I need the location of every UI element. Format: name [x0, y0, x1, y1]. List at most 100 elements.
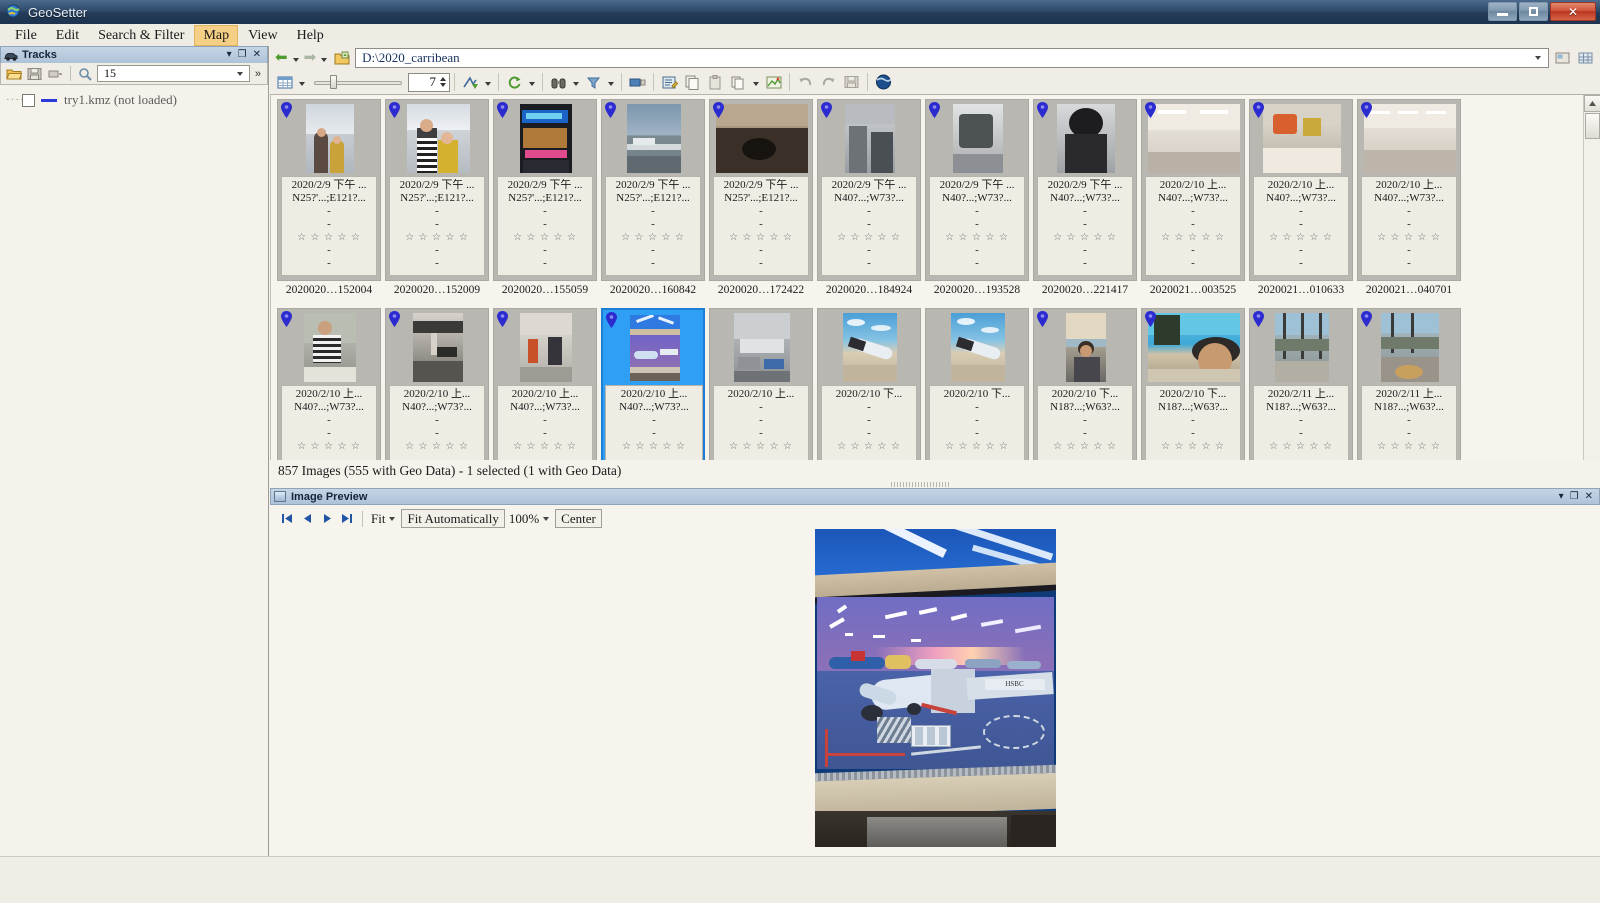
horizontal-splitter[interactable]	[870, 480, 970, 488]
edit-data-icon[interactable]	[659, 72, 680, 92]
preview-panel-maximize-button[interactable]: ❐	[1570, 491, 1579, 502]
tracks-panel-maximize-button[interactable]: ❐	[238, 50, 247, 60]
back-dropdown-icon[interactable]	[292, 57, 299, 62]
thumbnail-cell[interactable]: 2020/2/10 上... N40?...;W73?... - - ☆ ☆ ☆…	[383, 308, 491, 460]
rename-files-icon[interactable]	[627, 72, 648, 92]
binoculars-dropdown-icon[interactable]	[573, 81, 579, 86]
forward-dropdown-icon[interactable]	[321, 57, 328, 62]
previous-image-icon[interactable]	[298, 510, 316, 528]
path-dropdown-chevron-icon[interactable]	[1535, 56, 1541, 60]
thumbnail-card[interactable]: 2020/2/10 下... N18?...;W63?... - - ☆ ☆ ☆…	[1141, 308, 1245, 460]
thumbnail-cell[interactable]: 2020/2/10 下... N18?...;W63?... - - ☆ ☆ ☆…	[1031, 308, 1139, 460]
redo-icon[interactable]	[818, 72, 839, 92]
folder-open-icon[interactable]	[4, 65, 23, 83]
track-checkbox[interactable]	[22, 93, 35, 107]
thumbnail-rating-stars[interactable]: ☆ ☆ ☆ ☆ ☆	[716, 440, 806, 453]
thumbnail-card[interactable]: 2020/2/11 上... N18?...;W63?... - - ☆ ☆ ☆…	[1357, 308, 1461, 460]
center-button[interactable]: Center	[555, 509, 602, 528]
save-icon[interactable]	[25, 65, 44, 83]
back-button[interactable]: ⬅	[273, 48, 290, 68]
path-input[interactable]: D:\2020_carribean	[355, 48, 1549, 68]
tracks-toolbar-overflow-button[interactable]: »	[252, 68, 264, 80]
menu-item-view[interactable]: View	[239, 25, 286, 46]
stepper-down-icon[interactable]	[440, 83, 446, 87]
track-list-item[interactable]: ···· try1.kmz (not loaded)	[0, 91, 268, 109]
thumbnail-cell[interactable]: 2020/2/9 下午 ... N25?'...;E121?... - - ☆ …	[383, 99, 491, 300]
last-image-icon[interactable]	[338, 510, 356, 528]
tracks-panel-menu-button[interactable]: ▾	[227, 50, 232, 60]
thumbnail-card[interactable]: 2020/2/9 下午 ... N40?...;W73?... - - ☆ ☆ …	[1033, 99, 1137, 281]
close-button[interactable]: ✕	[1550, 2, 1596, 21]
fit-mode-button[interactable]: Fit Automatically	[401, 509, 505, 528]
grid-icon[interactable]	[1575, 48, 1596, 68]
undo-icon[interactable]	[795, 72, 816, 92]
menu-item-search-filter[interactable]: Search & Filter	[89, 25, 193, 46]
thumbnail-cell-selected[interactable]: 2020/2/10 上... N40?...;W73?... - - ☆ ☆ ☆…	[599, 308, 707, 460]
paste-icon[interactable]	[705, 72, 726, 92]
map-export-icon[interactable]	[763, 72, 784, 92]
thumbnail-rating-stars[interactable]: ☆ ☆ ☆ ☆ ☆	[284, 231, 374, 244]
fit-label[interactable]: Fit	[369, 511, 387, 527]
thumbnail-card[interactable]: 2020/2/10 上... N40?...;W73?... - - ☆ ☆ ☆…	[1141, 99, 1245, 281]
thumbnail-rating-stars[interactable]: ☆ ☆ ☆ ☆ ☆	[1148, 231, 1238, 244]
menu-item-file[interactable]: File	[6, 25, 46, 46]
scroll-up-button[interactable]	[1584, 95, 1600, 112]
thumbnail-cell[interactable]: 2020/2/11 上... N18?...;W63?... - - ☆ ☆ ☆…	[1355, 308, 1463, 460]
chevron-down-icon[interactable]	[236, 71, 243, 76]
thumbnail-rating-stars[interactable]: ☆ ☆ ☆ ☆ ☆	[1040, 231, 1130, 244]
thumbnail-card[interactable]: 2020/2/10 上... N40?...;W73?... - - ☆ ☆ ☆…	[1357, 99, 1461, 281]
thumbnail-rating-stars[interactable]: ☆ ☆ ☆ ☆ ☆	[608, 440, 700, 453]
binoculars-icon[interactable]	[548, 72, 569, 92]
thumbnail-cell[interactable]: 2020/2/10 下... N18?...;W63?... - - ☆ ☆ ☆…	[1139, 308, 1247, 460]
geotag-icon[interactable]	[460, 72, 481, 92]
preview-panel-menu-button[interactable]: ▾	[1559, 491, 1564, 502]
zoom-level-label[interactable]: 100%	[507, 511, 541, 527]
forward-button[interactable]: ➡	[302, 48, 319, 68]
folder-up-icon[interactable]	[331, 48, 352, 68]
thumbnail-rating-stars[interactable]: ☆ ☆ ☆ ☆ ☆	[500, 440, 590, 453]
thumbnail-cell[interactable]: 2020/2/11 上... N18?...;W63?... - - ☆ ☆ ☆…	[1247, 308, 1355, 460]
thumbnail-rating-stars[interactable]: ☆ ☆ ☆ ☆ ☆	[392, 440, 482, 453]
thumbnail-grid[interactable]: 2020/2/9 下午 ... N25?'...;E121?... - - ☆ …	[270, 95, 1583, 460]
tracks-search-input[interactable]: 15	[97, 65, 250, 82]
thumbnail-card[interactable]: 2020/2/9 下午 ... N25?'...;E121?... - - ☆ …	[493, 99, 597, 281]
thumbnail-cell[interactable]: 2020/2/9 下午 ... N25?'...;E121?... - - ☆ …	[707, 99, 815, 300]
thumbnail-card[interactable]: 2020/2/10 上... N40?...;W73?... - - ☆ ☆ ☆…	[601, 308, 705, 460]
thumbnail-rating-stars[interactable]: ☆ ☆ ☆ ☆ ☆	[1256, 440, 1346, 453]
thumbnail-cell[interactable]: 2020/2/10 上... N40?...;W73?... - - ☆ ☆ ☆…	[1247, 99, 1355, 300]
thumbnail-card[interactable]: 2020/2/9 下午 ... N25?'...;E121?... - - ☆ …	[277, 99, 381, 281]
copy-icon[interactable]	[682, 72, 703, 92]
thumbnail-cell[interactable]: 2020/2/10 上... N40?...;W73?... - - ☆ ☆ ☆…	[1139, 99, 1247, 300]
thumbnail-card[interactable]: 2020/2/10 下... - - - ☆ ☆ ☆ ☆ ☆	[925, 308, 1029, 460]
thumbnail-cell[interactable]: 2020/2/9 下午 ... N25?'...;E121?... - - ☆ …	[599, 99, 707, 300]
thumbnail-card[interactable]: 2020/2/10 下... N18?...;W63?... - - ☆ ☆ ☆…	[1033, 308, 1137, 460]
thumbnail-cell[interactable]: 2020/2/9 下午 ... N25?'...;E121?... - - ☆ …	[491, 99, 599, 300]
refresh-icon[interactable]	[504, 72, 525, 92]
thumbnail-rating-stars[interactable]: ☆ ☆ ☆ ☆ ☆	[932, 440, 1022, 453]
thumbnail-card[interactable]: 2020/2/9 下午 ... N25?'...;E121?... - - ☆ …	[709, 99, 813, 281]
thumbnail-columns-stepper[interactable]: 7	[408, 72, 450, 92]
refresh-dropdown-icon[interactable]	[529, 81, 535, 86]
thumbnail-rating-stars[interactable]: ☆ ☆ ☆ ☆ ☆	[500, 231, 590, 244]
view-dropdown-icon[interactable]	[299, 81, 305, 86]
thumbnail-card[interactable]: 2020/2/10 上... N40?...;W73?... - - ☆ ☆ ☆…	[493, 308, 597, 460]
slider-thumb[interactable]	[330, 75, 337, 89]
thumbnail-rating-stars[interactable]: ☆ ☆ ☆ ☆ ☆	[824, 231, 914, 244]
stepper-up-icon[interactable]	[440, 77, 446, 81]
thumbnail-cell[interactable]: 2020/2/9 下午 ... N25?'...;E121?... - - ☆ …	[275, 99, 383, 300]
thumbnail-cell[interactable]: 2020/2/10 上... N40?...;W73?... - - ☆ ☆ ☆…	[275, 308, 383, 460]
thumbnail-cell[interactable]: 2020/2/9 下午 ... N40?...;W73?... - - ☆ ☆ …	[923, 99, 1031, 300]
thumbnail-cell[interactable]: 2020/2/9 下午 ... N40?...;W73?... - - ☆ ☆ …	[815, 99, 923, 300]
thumbnail-rating-st_ars[interactable]: ☆ ☆ ☆ ☆ ☆	[1148, 440, 1238, 453]
menu-item-map[interactable]: Map	[194, 24, 239, 46]
geotag-dropdown-icon[interactable]	[485, 81, 491, 86]
thumbnail-card[interactable]: 2020/2/9 下午 ... N25?'...;E121?... - - ☆ …	[601, 99, 705, 281]
thumbnail-card[interactable]: 2020/2/10 上... N40?...;W73?... - - ☆ ☆ ☆…	[1249, 99, 1353, 281]
thumbnail-card[interactable]: 2020/2/10 上... N40?...;W73?... - - ☆ ☆ ☆…	[385, 308, 489, 460]
thumbnail-rating-stars[interactable]: ☆ ☆ ☆ ☆ ☆	[1256, 231, 1346, 244]
filter-icon[interactable]	[583, 72, 604, 92]
fit-dropdown-chevron-icon[interactable]	[389, 516, 396, 521]
thumbnail-card[interactable]: 2020/2/9 下午 ... N25?'...;E121?... - - ☆ …	[385, 99, 489, 281]
thumbnail-cell[interactable]: 2020/2/10 上... N40?...;W73?... - - ☆ ☆ ☆…	[491, 308, 599, 460]
thumbnail-rating-stars[interactable]: ☆ ☆ ☆ ☆ ☆	[392, 231, 482, 244]
